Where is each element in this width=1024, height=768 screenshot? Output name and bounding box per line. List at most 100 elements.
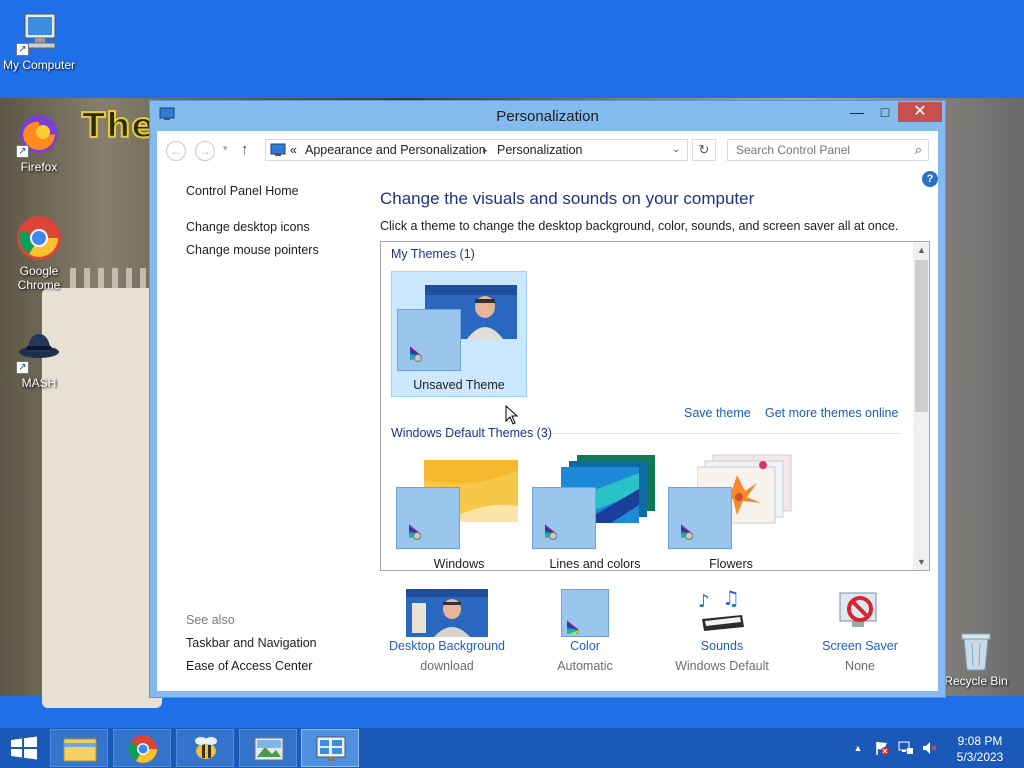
- svg-text:♫: ♫: [722, 589, 740, 610]
- desktop-icon-label: Firefox: [20, 160, 58, 174]
- breadcrumb-separator-icon[interactable]: ▸: [483, 145, 488, 156]
- screen-saver-value: None: [845, 659, 875, 673]
- theme-label: Unsaved Theme: [413, 378, 505, 392]
- folder-icon: [63, 738, 97, 762]
- shortcut-arrow-icon: ↗: [16, 145, 29, 158]
- taskbar-bee-app[interactable]: [176, 729, 234, 767]
- desktop-icon-recycle-bin[interactable]: Recycle Bin: [937, 630, 1015, 688]
- taskbar-file-explorer[interactable]: [50, 729, 108, 767]
- save-theme-link[interactable]: Save theme: [684, 406, 751, 420]
- sounds-icon: ♪ ♫: [696, 586, 748, 637]
- left-task-pane: Control Panel Home Change desktop icons …: [186, 131, 366, 691]
- personalization-window: Personalization — □ ✕ ← → ▾ ↑ « Appearan…: [149, 100, 946, 698]
- theme-windows[interactable]: Windows: [391, 449, 527, 571]
- desktop-background-setting[interactable]: Desktop Background download: [382, 589, 512, 673]
- change-mouse-pointers-link[interactable]: Change mouse pointers: [186, 243, 319, 257]
- refresh-icon: ↻: [698, 142, 710, 157]
- minimize-button[interactable]: —: [842, 102, 872, 122]
- chrome-icon: [15, 214, 63, 262]
- default-themes-header: Windows Default Themes (3): [391, 426, 552, 440]
- desktop-icon-label: Recycle Bin: [944, 674, 1008, 688]
- color-setting[interactable]: Color Automatic: [520, 589, 650, 673]
- close-button[interactable]: ✕: [898, 102, 942, 122]
- my-themes-header: My Themes (1): [391, 247, 475, 261]
- taskbar-navigation-link[interactable]: Taskbar and Navigation: [186, 636, 317, 650]
- screen-saver-icon: [836, 589, 884, 637]
- breadcrumb-personalization[interactable]: Personalization: [497, 143, 582, 157]
- search-box[interactable]: ⌕: [727, 139, 929, 161]
- address-dropdown-icon[interactable]: ⌄: [672, 144, 680, 155]
- action-center-flag-icon[interactable]: [874, 740, 890, 756]
- theme-flowers[interactable]: Flowers: [663, 449, 799, 571]
- window-client: ← → ▾ ↑ « Appearance and Personalization…: [157, 131, 938, 691]
- svg-text:♪: ♪: [698, 591, 710, 612]
- sounds-setting[interactable]: ♪ ♫ Sounds Windows Default: [657, 586, 787, 673]
- theme-lines-and-colors[interactable]: Lines and colors: [527, 449, 663, 571]
- desktop-background-title[interactable]: Desktop Background: [382, 639, 512, 653]
- sounds-title[interactable]: Sounds: [657, 639, 787, 653]
- screen-saver-title[interactable]: Screen Saver: [795, 639, 925, 653]
- taskbar-clock[interactable]: 9:08 PM 5/3/2023: [942, 733, 1018, 765]
- page-heading: Change the visuals and sounds on your co…: [380, 189, 755, 208]
- desktop-icon-chrome[interactable]: Google Chrome: [0, 214, 78, 292]
- desktop-icon-my-computer[interactable]: ↗ My Computer: [0, 8, 78, 72]
- volume-muted-icon[interactable]: [921, 740, 937, 756]
- network-icon[interactable]: [898, 740, 914, 756]
- color-fan-pin: [414, 354, 422, 362]
- screen-saver-setting[interactable]: Screen Saver None: [795, 589, 925, 673]
- color-fan-pin: [685, 532, 693, 540]
- window-titlebar[interactable]: Personalization — □ ✕: [150, 101, 945, 131]
- theme-color-swatch: [396, 487, 460, 549]
- clock-time: 9:08 PM: [957, 734, 1003, 748]
- show-hidden-icons-chevron-icon[interactable]: ▲: [850, 740, 866, 756]
- page-description: Click a theme to change the desktop back…: [380, 219, 899, 233]
- theme-color-swatch: [397, 309, 461, 371]
- control-panel-home-link[interactable]: Control Panel Home: [186, 184, 299, 198]
- theme-color-swatch: [532, 487, 596, 549]
- refresh-button[interactable]: ↻: [692, 139, 716, 161]
- scroll-up-icon[interactable]: ▲: [917, 245, 926, 255]
- windows-logo-icon: [11, 736, 37, 760]
- taskbar-control-panel[interactable]: [301, 729, 359, 767]
- themes-scrollbar[interactable]: ▲ ▼: [913, 242, 929, 570]
- scroll-down-icon[interactable]: ▼: [917, 557, 926, 567]
- desktop-icon-label: Google Chrome: [17, 264, 61, 292]
- desktop-icon-firefox[interactable]: ↗ Firefox: [0, 110, 78, 174]
- back-button[interactable]: ←: [166, 141, 186, 161]
- search-icon[interactable]: ⌕: [915, 142, 922, 158]
- theme-unsaved[interactable]: Unsaved Theme: [391, 271, 527, 397]
- themes-list[interactable]: My Themes (1) Unsaved Theme Save theme G…: [380, 241, 930, 571]
- taskbar-chrome[interactable]: [113, 729, 171, 767]
- computer-icon: ↗: [15, 8, 63, 56]
- color-fan-pin: [549, 532, 557, 540]
- get-more-themes-link[interactable]: Get more themes online: [765, 406, 898, 420]
- taskbar-photos[interactable]: [239, 729, 297, 767]
- theme-label: Flowers: [709, 557, 753, 571]
- chrome-icon: [128, 735, 157, 763]
- theme-label: Lines and colors: [549, 557, 641, 571]
- shortcut-arrow-icon: ↗: [16, 361, 29, 374]
- color-title[interactable]: Color: [520, 639, 650, 653]
- maximize-button[interactable]: □: [870, 102, 900, 122]
- sounds-value: Windows Default: [675, 659, 769, 673]
- bee-icon: [195, 737, 217, 759]
- desktop-icon-label: MASH: [21, 376, 57, 390]
- help-icon[interactable]: ?: [922, 171, 938, 187]
- recycle-bin-icon: [956, 630, 996, 672]
- search-input[interactable]: [728, 140, 898, 160]
- control-panel-icon: [316, 736, 346, 761]
- scrollbar-thumb[interactable]: [915, 260, 928, 412]
- start-button[interactable]: [0, 728, 48, 768]
- desktop-icon-mash[interactable]: ↗ MASH: [0, 326, 78, 390]
- desktop-icon-label: My Computer: [2, 58, 76, 72]
- firefox-icon: ↗: [15, 110, 63, 158]
- theme-label: Windows: [433, 557, 485, 571]
- ease-of-access-link[interactable]: Ease of Access Center: [186, 659, 312, 673]
- desktop-background-value: download: [420, 659, 474, 673]
- color-swatch-icon: [561, 589, 609, 637]
- change-desktop-icons-link[interactable]: Change desktop icons: [186, 220, 310, 234]
- group-divider: [551, 433, 901, 434]
- color-fan-icon: [567, 594, 607, 634]
- clock-date: 5/3/2023: [956, 750, 1004, 764]
- taskbar: ▲ 9:08 PM 5/3/2023: [0, 728, 1024, 768]
